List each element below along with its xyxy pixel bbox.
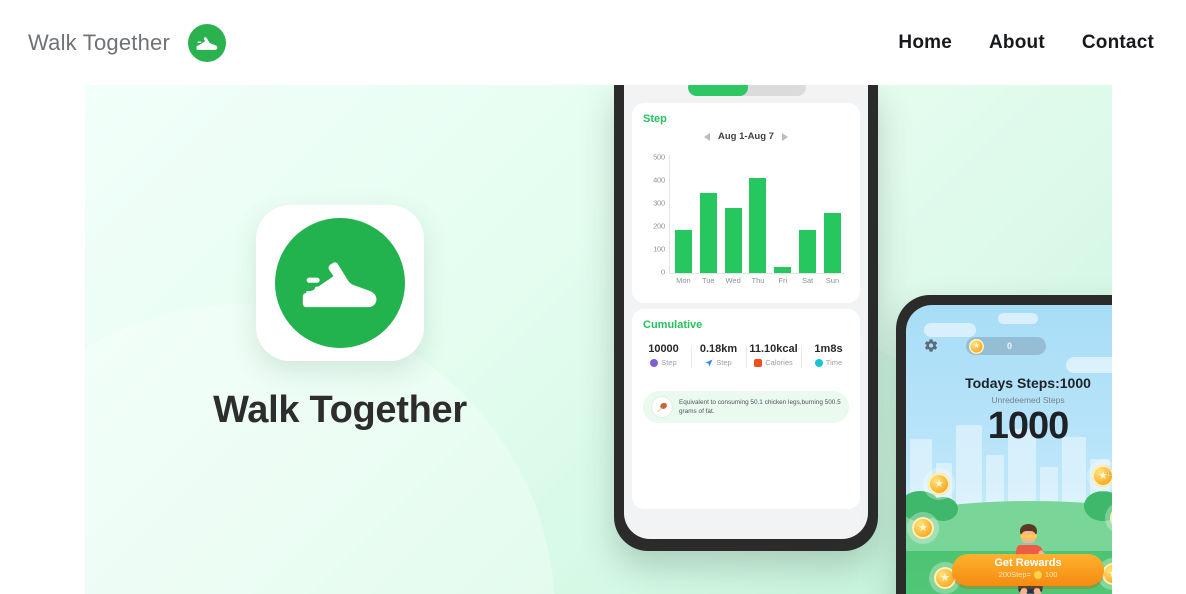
chart-bar [674, 229, 692, 273]
cloud-shape [1066, 357, 1112, 373]
chart-x-label: Thu [751, 276, 765, 285]
y-tick: 0 [661, 267, 665, 277]
y-tick: 300 [653, 198, 665, 208]
hand-cursor-icon: ☞ [1106, 461, 1112, 484]
stat-label: Step [716, 358, 732, 367]
reward-sub-amount: 100 [1044, 570, 1058, 579]
cloud-shape [998, 313, 1038, 324]
phone-screen-rewards: ★ 0 Todays Steps:1000 Unredeemed Steps 1… [906, 305, 1112, 594]
stat-value: 0.18km [699, 343, 738, 355]
segmented-control[interactable] [688, 85, 806, 96]
clock-icon [814, 358, 823, 367]
stat-value: 11.10kcal [749, 343, 798, 355]
phone-mockup-statistics: Step Aug 1-Aug 7 500 400 300 200 100 0 M… [614, 85, 878, 551]
phone-screen-statistics: Step Aug 1-Aug 7 500 400 300 200 100 0 M… [624, 85, 868, 539]
y-tick: 200 [653, 221, 665, 231]
nav-link-home[interactable]: Home [898, 32, 952, 54]
nav-link-about[interactable]: About [989, 32, 1045, 54]
stat-label-row: Time [801, 358, 856, 367]
stat-label-row: Step [691, 358, 746, 367]
cumulative-stat-time: 1m8s Time [801, 343, 856, 368]
unredeemed-steps-value: 1000 [987, 405, 1070, 447]
stat-label: Step [661, 358, 677, 367]
app-icon-tile [256, 205, 424, 361]
chart-bar [749, 178, 767, 273]
cumulative-card-heading: Cumulative [643, 319, 703, 331]
flame-icon [754, 358, 763, 367]
chart-y-axis: 500 400 300 200 100 0 [642, 152, 668, 277]
step-card-heading: Step [643, 113, 667, 125]
step-chart-card: Step Aug 1-Aug 7 500 400 300 200 100 0 M… [632, 103, 860, 303]
segmented-control-active[interactable] [688, 85, 748, 96]
chart-x-label: Fri [778, 276, 788, 285]
cumulative-stat-distance: 0.18km Step [691, 343, 746, 368]
chicken-leg-icon [651, 396, 673, 418]
footprint-icon [650, 358, 659, 367]
coin-icon[interactable]: ★ [928, 473, 950, 495]
nav-link-contact[interactable]: Contact [1082, 32, 1154, 54]
chart-axis-vertical [669, 155, 670, 273]
stat-value: 10000 [648, 343, 679, 355]
chart-x-label: Mon [676, 276, 691, 285]
cumulative-stats: 10000 Step 0.18km Step 11.10kcal Calorie… [636, 343, 856, 368]
phone-mockup-rewards: ★ 0 Todays Steps:1000 Unredeemed Steps 1… [896, 295, 1112, 594]
chart-bar [774, 267, 792, 273]
cumulative-stat-step-count: 10000 Step [636, 343, 691, 367]
chart-bar [799, 229, 817, 273]
running-shoe-icon [188, 23, 227, 62]
cumulative-stat-calories: 11.10kcal Calories [746, 343, 801, 368]
running-shoe-icon [275, 218, 405, 348]
chart-x-label: Tue [701, 276, 715, 285]
chart-bar [699, 193, 717, 273]
stat-label-row: Step [636, 358, 691, 367]
chart-bar [823, 212, 841, 273]
stat-value: 1m8s [814, 343, 843, 355]
coin-icon[interactable]: ★ [912, 517, 934, 539]
brand-name: Walk Together [28, 29, 171, 55]
coin-balance-value: 0 [1007, 341, 1013, 351]
main-nav: Home About Contact [898, 32, 1154, 54]
todays-steps-title: Todays Steps:1000 [965, 375, 1091, 391]
chart-x-label: Sun [825, 276, 840, 285]
chart-axis-horizontal [669, 273, 845, 274]
y-tick: 100 [653, 244, 665, 254]
bush-shape [928, 497, 958, 521]
equivalent-note-text: Equivalent to consuming 50.1 chicken leg… [679, 398, 841, 415]
gear-icon[interactable] [922, 337, 939, 354]
cumulative-card: Cumulative 10000 Step 0.18km Step 11.10k… [632, 309, 860, 509]
coin-icon [1033, 570, 1042, 579]
cloud-shape [924, 323, 976, 337]
date-range-label: Aug 1-Aug 7 [718, 131, 774, 142]
chart-x-label: Wed [725, 276, 741, 285]
triangle-right-icon[interactable] [781, 132, 788, 141]
navigation-arrow-icon [705, 359, 713, 367]
hero-panel: Walk Together Step Aug 1-Aug 7 500 400 3… [85, 85, 1112, 594]
get-rewards-label: Get Rewards [994, 557, 1062, 569]
get-rewards-sublabel: 200Step= 100 [952, 570, 1104, 579]
coin-balance-pill[interactable]: ★ 0 [966, 337, 1046, 355]
chart-x-labels: Mon Tue Wed Thu Fri Sat Sun [671, 276, 845, 285]
stat-label: Time [825, 358, 843, 367]
chart-x-label: Sat [802, 276, 814, 285]
app-title: Walk Together [213, 389, 467, 431]
y-tick: 500 [653, 152, 665, 162]
chart-bar [724, 207, 742, 273]
stat-label: Calories [765, 358, 793, 367]
unredeemed-steps-label: Unredeemed Steps [991, 395, 1065, 405]
triangle-left-icon[interactable] [704, 132, 711, 141]
date-range-selector: Aug 1-Aug 7 [632, 131, 860, 142]
brand[interactable]: Walk Together [28, 23, 227, 62]
chart-bars [671, 155, 845, 273]
step-bar-chart: 500 400 300 200 100 0 Mon Tue Wed Thu Fri Sat… [642, 152, 850, 291]
y-tick: 400 [653, 175, 665, 185]
site-header: Walk Together Home About Contact [0, 0, 1186, 85]
equivalent-note: Equivalent to consuming 50.1 chicken leg… [643, 391, 849, 423]
get-rewards-button[interactable]: Get Rewards 200Step= 100 [952, 554, 1104, 586]
reward-sub-prefix: 200Step= [998, 570, 1031, 579]
app-intro-block: Walk Together [195, 205, 485, 432]
coin-icon: ★ [969, 338, 984, 354]
stat-label-row: Calories [746, 358, 801, 367]
